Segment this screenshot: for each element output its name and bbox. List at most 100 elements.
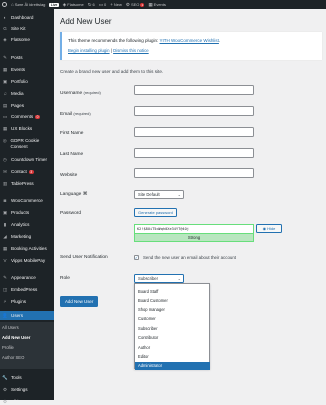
language-label: Language ⌘ (60, 192, 88, 197)
role-option[interactable]: Board Staff (135, 287, 210, 295)
email-label: Email (required) (60, 111, 91, 117)
submenu-profile[interactable]: Profile (2, 345, 14, 350)
dashboard-icon: ◐ (3, 15, 7, 20)
chevron-down-icon: ⌄ (177, 192, 181, 197)
username-input[interactable] (134, 85, 254, 95)
sidebar-item-marketing[interactable]: ◢ Marketing (0, 234, 54, 240)
flatsome-icon: ◈ (62, 1, 67, 7)
sidebar-item-users[interactable]: 👤 Users (0, 311, 54, 320)
pages-icon: ▤ (2, 103, 8, 108)
role-option-selected[interactable]: Administrator (135, 361, 210, 370)
sidebar-item-embedpress[interactable]: ◫ EmbedPress (0, 287, 54, 293)
flatsome-menu[interactable]: ◈ Flatsome (63, 2, 84, 8)
sidebar-item-products[interactable]: ▣ Products (0, 210, 54, 216)
sidebar-item-ux-blocks[interactable]: ▦ UX Blocks (0, 126, 54, 132)
wordpress-logo-icon[interactable] (2, 2, 7, 7)
site-name-link[interactable]: ⌂ Søre Ål idrettslag (11, 2, 45, 7)
sidebar-item-analytics[interactable]: ▮ Analytics (0, 222, 54, 228)
sidebar-item-dashboard[interactable]: ◐ Dashboard (0, 15, 54, 21)
add-new-user-button[interactable]: Add New User (60, 296, 99, 307)
sitekit-icon: G (3, 26, 7, 31)
gdpr-icon: ◎ (2, 138, 7, 143)
sidebar-item-gdpr[interactable]: ◎ GDPR Cookie Consent (0, 138, 54, 149)
sidebar-item-media[interactable]: ♫ Media (0, 91, 54, 97)
events-menu[interactable]: ▦ Events (148, 2, 166, 8)
role-option[interactable]: Board Customer (135, 296, 210, 304)
intro-text: Create a brand new user and add them to … (60, 69, 164, 74)
sidebar-item-woocommerce[interactable]: ◙ WooCommerce (0, 198, 54, 204)
media-icon: ♫ (3, 91, 7, 96)
submenu-all-users[interactable]: All Users (2, 325, 19, 330)
vipps-icon: V (3, 258, 7, 263)
password-label: Password (60, 211, 82, 216)
sidebar-item-flatsome[interactable]: ◈ Flatsome (0, 37, 54, 43)
sidebar-item-appearance[interactable]: ✎ Appearance (0, 275, 54, 281)
chevron-down-icon: ⌄ (177, 276, 181, 281)
plus-icon: + (110, 2, 113, 7)
sidebar-item-plugins[interactable]: ⚡ Plugins (0, 299, 54, 305)
seo-menu[interactable]: ⚙ SEO 1 (126, 2, 145, 8)
last-name-input[interactable] (134, 148, 254, 158)
role-option[interactable]: Contributor (135, 334, 210, 342)
contact-icon: ✉ (3, 169, 7, 174)
sidebar-item-events[interactable]: ▦ Events (0, 67, 54, 73)
sidebar-item-tools[interactable]: 🔧 Tools (0, 375, 54, 381)
sidebar-item-booking-activities[interactable]: ▦ Booking Activities (0, 246, 54, 252)
sidebar-item-comments[interactable]: ▭ Comments 0 (0, 114, 54, 120)
sidebar-item-portfolio[interactable]: ▣ Portfolio (0, 79, 54, 85)
seo-icon: ⚙ (125, 1, 130, 7)
main-content: Add New User This theme recommends the f… (54, 9, 326, 400)
analytics-icon: ▮ (3, 222, 7, 227)
comments-link[interactable]: ▭ 0 (99, 2, 107, 8)
contact-badge: 3 (28, 170, 34, 174)
send-notification-checkbox[interactable]: ✓ (134, 255, 139, 260)
role-option[interactable]: Editor (135, 353, 210, 361)
embedpress-icon: ◫ (2, 287, 8, 292)
sidebar-item-countdown-timer[interactable]: ◷ Countdown Timer (0, 157, 54, 163)
password-strength-indicator: Strong (134, 233, 254, 242)
sidebar-item-site-kit[interactable]: G Site Kit (0, 26, 54, 32)
sidebar-item-pages[interactable]: ▤ Pages (0, 103, 54, 109)
role-option[interactable]: Customer (135, 315, 210, 323)
products-icon: ▣ (2, 210, 8, 215)
role-select[interactable]: Subscriber ⌄ (134, 274, 184, 283)
last-name-label: Last Name (60, 152, 84, 157)
users-icon: 👤 (2, 312, 8, 318)
comments-icon: ▭ (2, 114, 8, 119)
dismiss-notice-link[interactable]: Dismiss this notice (113, 48, 149, 53)
plugin-notice: This theme recommends the following plug… (60, 32, 322, 60)
translation-icon: ⌘ (82, 192, 88, 197)
first-name-input[interactable] (134, 127, 254, 137)
eye-slash-icon: ◉ (262, 226, 267, 231)
submenu-add-new-user[interactable]: Add New User (2, 335, 30, 340)
begin-installing-link[interactable]: Begin installing plugin (68, 48, 110, 53)
role-label: Role (60, 276, 70, 281)
email-input[interactable] (134, 106, 254, 116)
role-option[interactable]: Author (135, 343, 210, 351)
sidebar-item-settings[interactable]: ⚙ Settings (0, 387, 54, 393)
sidebar-item-tablepress[interactable]: ▥ TablePress (0, 181, 54, 187)
submenu-author-seo[interactable]: Author SEO (2, 355, 24, 360)
countdown-icon: ◷ (3, 157, 7, 162)
notice-plugin-link[interactable]: YITH WooCommerce Wishlist (159, 38, 218, 43)
new-content-link[interactable]: + New (110, 2, 122, 7)
role-dropdown-list: Board Staff Board Customer Shop manager … (134, 283, 210, 370)
home-icon: ⌂ (11, 2, 14, 7)
updates-icon: ↻ (87, 1, 92, 7)
username-label: Username (required) (60, 90, 101, 96)
sidebar-item-posts[interactable]: ✎ Posts (0, 55, 54, 61)
role-option[interactable]: Subscriber (135, 324, 210, 332)
website-input[interactable] (134, 168, 254, 178)
comments-badge: 0 (35, 115, 40, 119)
sidebar-item-contact[interactable]: ✉ Contact 3 (0, 169, 54, 175)
woocommerce-icon: ◙ (3, 198, 7, 203)
sidebar-item-vipps[interactable]: V Vipps MobilePay (0, 258, 54, 264)
hide-password-button[interactable]: ◉ Hide (256, 224, 282, 233)
role-option[interactable]: Shop manager (135, 305, 210, 313)
generate-password-button[interactable]: Generate password (134, 208, 177, 217)
updates-link[interactable]: ↻ 6 (88, 2, 95, 8)
page-title: Add New User (60, 17, 112, 26)
language-select[interactable]: Site Default ⌄ (134, 190, 184, 199)
password-input[interactable]: K2!$8UiT5d#qh0Xe34YT@4Oj (134, 224, 254, 233)
posts-icon: ✎ (3, 55, 7, 60)
